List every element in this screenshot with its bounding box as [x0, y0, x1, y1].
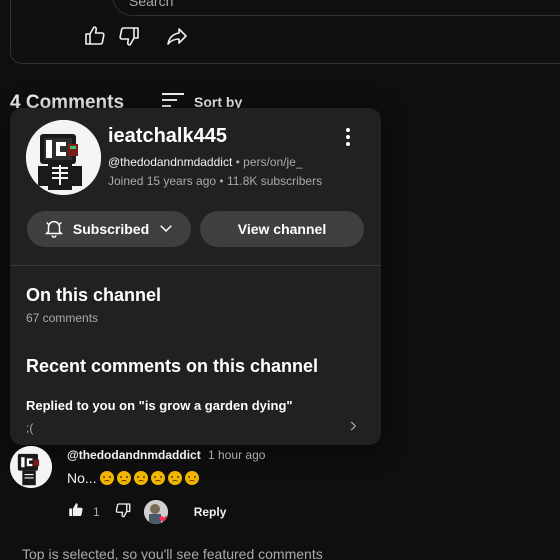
sad-emoji-icon	[99, 471, 114, 485]
channel-handle-line: @thedodandnmdaddict • pers/on/je_	[108, 155, 303, 169]
sad-emoji-icon	[184, 471, 199, 485]
recent-comments-title: Recent comments on this channel	[26, 356, 319, 376]
comment-actions: 1 ❤ Reply	[67, 500, 226, 524]
heart-icon: ❤	[158, 513, 168, 524]
recent-comment-snippet[interactable]: ;(	[26, 421, 33, 435]
comment-text-body: No...	[67, 470, 97, 486]
comment-text: No...	[67, 470, 199, 486]
subscribed-button[interactable]: Subscribed	[27, 211, 191, 247]
channel-name[interactable]: ieatchalk445	[108, 125, 227, 148]
comment-author-line: @thedodandnmdaddict 1 hour ago	[67, 448, 265, 462]
creator-heart-avatar: ❤	[143, 500, 168, 524]
reply-button[interactable]: Reply	[194, 505, 227, 519]
channel-meta: Joined 15 years ago • 11.8K subscribers	[108, 174, 323, 188]
sad-emoji-icon	[116, 471, 131, 485]
share-icon[interactable]	[164, 23, 190, 49]
channel-handle-extra: • pers/on/je_	[235, 155, 303, 169]
dislike-icon[interactable]	[116, 23, 142, 49]
card-divider	[10, 265, 381, 266]
recent-comment-context[interactable]: Replied to you on "is grow a garden dyin…	[26, 398, 293, 413]
channel-avatar[interactable]	[26, 120, 101, 195]
comment-avatar[interactable]	[10, 446, 52, 488]
sad-emoji-icon	[133, 471, 148, 485]
chevron-right-icon[interactable]	[346, 419, 360, 438]
on-channel-count: 67 comments	[26, 311, 99, 325]
sad-emoji-icon	[167, 471, 182, 485]
bell-icon	[43, 217, 65, 242]
comment-time[interactable]: 1 hour ago	[208, 448, 265, 462]
subscribed-label: Subscribed	[72, 221, 150, 237]
reaction-row	[82, 23, 190, 49]
more-vert-icon[interactable]	[338, 126, 358, 148]
like-count: 1	[93, 505, 100, 519]
search-box[interactable]: Search	[112, 0, 560, 16]
like-icon[interactable]	[82, 23, 108, 49]
channel-handle: @thedodandnmdaddict	[108, 155, 233, 169]
like-icon[interactable]	[67, 501, 85, 524]
dislike-icon[interactable]	[114, 501, 132, 524]
comment-author[interactable]: @thedodandnmdaddict	[67, 448, 201, 462]
sort-info-note: Top is selected, so you'll see featured …	[22, 546, 323, 560]
on-channel-title: On this channel	[26, 285, 162, 305]
sad-emoji-icon	[150, 471, 165, 485]
chevron-down-icon	[157, 219, 175, 240]
view-channel-button[interactable]: View channel	[200, 211, 364, 247]
